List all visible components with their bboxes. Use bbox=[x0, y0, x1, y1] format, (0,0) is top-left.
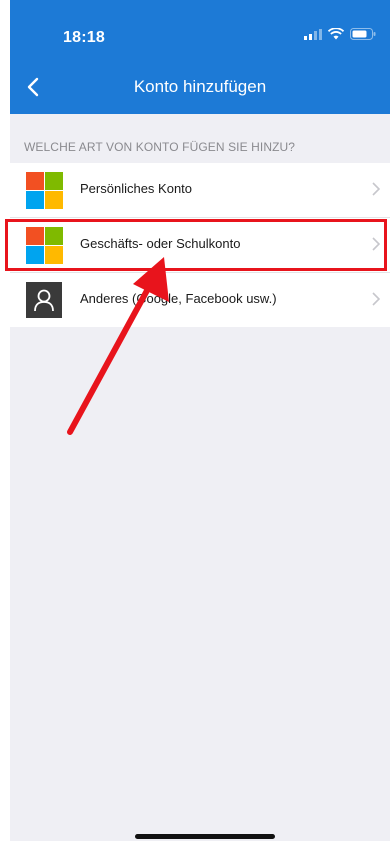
status-icons bbox=[304, 28, 376, 40]
section-header: WELCHE ART VON KONTO FÜGEN SIE HINZU? bbox=[24, 140, 296, 154]
account-type-list: Persönliches Konto Geschäfts- oder Schul… bbox=[10, 163, 390, 327]
microsoft-logo-icon bbox=[26, 227, 63, 264]
signal-icon bbox=[304, 28, 322, 40]
status-time: 18:18 bbox=[63, 29, 105, 46]
account-option-work-school[interactable]: Geschäfts- oder Schulkonto bbox=[10, 218, 390, 273]
chevron-right-icon bbox=[372, 237, 380, 251]
account-option-label: Persönliches Konto bbox=[80, 181, 193, 196]
battery-icon bbox=[350, 28, 376, 40]
page-title: Konto hinzufügen bbox=[133, 77, 267, 96]
chevron-right-icon bbox=[372, 182, 380, 196]
account-option-personal[interactable]: Persönliches Konto bbox=[10, 163, 390, 218]
home-indicator bbox=[135, 834, 275, 839]
account-option-other[interactable]: Anderes (Google, Facebook usw.) bbox=[10, 273, 390, 327]
person-icon bbox=[26, 282, 62, 318]
app-header: 18:18 Konto hinzufügen bbox=[10, 0, 390, 114]
account-option-label: Anderes (Google, Facebook usw.) bbox=[80, 291, 277, 306]
phone-screen: 18:18 Konto hinzufügen WELCHE ART VON KO… bbox=[10, 0, 390, 841]
microsoft-logo-icon bbox=[26, 172, 63, 209]
account-option-label: Geschäfts- oder Schulkonto bbox=[80, 236, 241, 251]
wifi-icon bbox=[328, 28, 344, 40]
chevron-right-icon bbox=[372, 292, 380, 306]
